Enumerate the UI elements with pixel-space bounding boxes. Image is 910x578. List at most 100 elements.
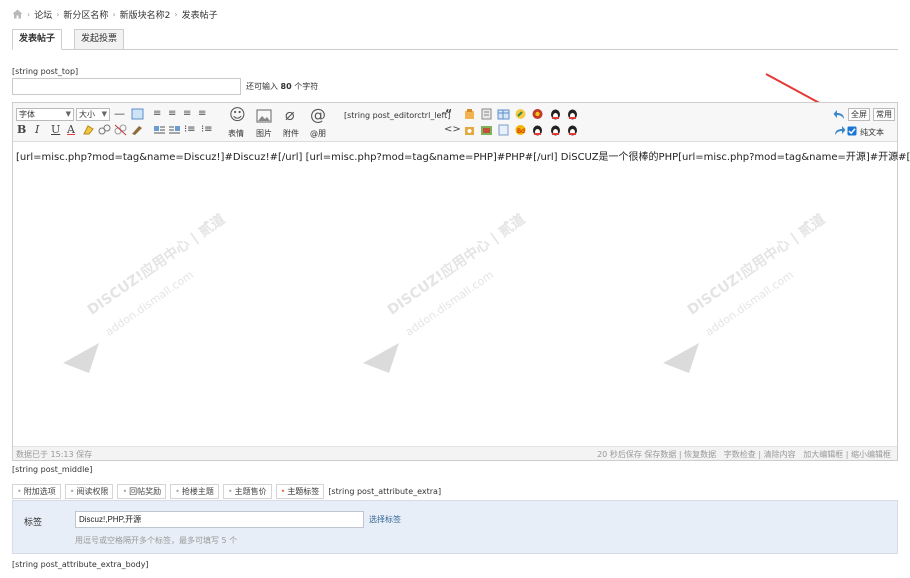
italic-icon[interactable]: I [35,123,39,136]
breadcrumb-section[interactable]: 新分区名称 [63,8,108,21]
char-check-link[interactable]: 字数检查 [724,450,756,459]
attachment-icon[interactable]: ⌀ [285,106,295,124]
qq-penguin-icon[interactable] [549,108,562,120]
unordered-list-icon[interactable]: ⁝≡ [201,123,213,136]
tab-dot-icon: • [69,487,75,496]
image-label: 图片 [256,129,272,138]
tab-extra-options[interactable]: • 附加选项 [12,484,61,499]
quote-icon[interactable]: “ [445,107,452,120]
tab-floor-rush[interactable]: • 抢楼主题 [170,484,219,499]
flash-icon[interactable] [480,124,493,136]
breadcrumb-separator: › [174,9,178,19]
shrink-editor-link[interactable]: 缩小编辑框 [851,450,891,459]
attachment-label: 附件 [283,129,299,138]
watermark: DISCUZ!应用中心 | 贰道 addon.dismall.com [363,211,563,423]
font-family-select[interactable]: 字体 ▼ [16,108,74,121]
tab-label: 阅读权限 [76,487,109,496]
tab-label: 抢楼主题 [181,487,214,496]
fullscreen-button[interactable]: 全屏 [848,108,870,121]
common-button[interactable]: 常用 [873,108,895,121]
tab-read-permission[interactable]: • 阅读权限 [64,484,114,499]
code-icon[interactable]: <> [444,123,461,136]
redo-icon[interactable] [833,125,846,137]
breadcrumb-forum[interactable]: 论坛 [34,8,52,21]
video-icon[interactable]: Bd [514,124,527,136]
subject-char-count: 还可输入 80 个字符 [246,81,318,92]
count-prefix: 还可输入 [246,82,278,91]
plaintext-checkbox[interactable] [847,126,857,136]
tab-thread-price[interactable]: • 主题售价 [222,484,272,499]
align-right-icon[interactable]: ≡ [183,107,191,120]
ordered-list-icon[interactable]: ⁝≡ [184,123,196,136]
tab-dot-icon: • [280,487,286,496]
post-type-tabs: 发表帖子 发起投票 [12,29,898,50]
float-right-icon[interactable] [168,124,181,136]
select-tags-link[interactable]: 选择标签 [369,514,401,525]
background-color-icon[interactable] [131,108,144,120]
align-left-icon[interactable]: ≡ [153,107,161,120]
tab-new-poll[interactable]: 发起投票 [74,29,125,50]
clear-format-icon[interactable] [130,124,143,136]
size-select-label: 大小 [79,110,95,119]
penguin-icon[interactable] [531,124,544,136]
editor-actions: 20 秒后保存 保存数据 | 恢复数据 字数检查 | 清除内容 加大编辑框 | … [597,450,891,459]
tab-label: 附加选项 [23,487,56,496]
table-icon[interactable] [497,108,510,120]
save-data-link[interactable]: 保存数据 [644,450,676,459]
tab-label: 主题售价 [234,487,267,496]
watermark: DISCUZ!应用中心 | 贰道 addon.dismall.com [63,211,263,423]
align-justify-icon[interactable]: ≡ [198,107,206,120]
tab-thread-tags[interactable]: • 主题标签 [275,484,325,499]
font-color-icon[interactable]: A [67,123,75,136]
tag-input[interactable] [75,511,364,528]
attribute-extra-body-hook: [string post_attribute_extra_body] [12,560,149,569]
password-icon[interactable] [480,108,493,120]
editor-content[interactable]: [url=misc.php?mod=tag&name=Discuz!]#Disc… [16,148,910,163]
align-center-icon[interactable]: ≡ [168,107,176,120]
count-value: 80 [280,82,292,91]
smiley-icon[interactable]: ☺ [229,106,246,124]
highlight-icon[interactable] [82,124,95,136]
font-size-select[interactable]: 大小 ▼ [76,108,110,121]
breadcrumb-separator: › [112,9,116,19]
tab-dot-icon: • [175,487,180,496]
editorctrl-left-hook: [string post_editorctrl_left] [344,111,451,120]
bold-icon[interactable]: B [17,123,26,136]
penguin-2-icon[interactable] [549,124,562,136]
post-middle-hook: [string post_middle] [12,465,93,474]
breadcrumb-separator: › [56,9,60,19]
breadcrumb-board[interactable]: 新版块名称2 [120,8,171,21]
clear-content-link[interactable]: 清除内容 [764,450,796,459]
autosave-countdown: 20 秒后保存 [597,450,642,459]
image-icon[interactable] [256,109,272,123]
tab-dot-icon: • [227,487,233,496]
tab-new-post[interactable]: 发表帖子 [12,29,63,50]
free-icon[interactable] [463,108,476,120]
post-editor: 字体 ▼ 大小 ▼ — ≡ ≡ ≡ ≡ B I U A ⁝≡ ⁝≡ ☺ 表情 图片 … [12,102,910,461]
tag-panel: 标签 选择标签 用逗号或空格隔开多个标签，最多可填写 5 个 [12,500,898,554]
breadcrumb: › 论坛 › 新分区名称 › 新版块名称2 › 发表帖子 [12,7,218,21]
penguin-3-icon[interactable] [566,108,579,120]
font-select-label: 字体 [19,110,35,119]
tab-label: 回帖奖励 [129,487,162,496]
at-label: @朋 [310,129,326,138]
enlarge-editor-link[interactable]: 加大编辑框 [803,450,843,459]
horizontal-rule-icon[interactable]: — [114,107,125,120]
underline-icon[interactable]: U [51,123,60,136]
penguin-4-icon[interactable] [566,124,579,136]
page-break-icon[interactable] [497,124,510,136]
link-icon[interactable] [98,124,111,136]
subject-input[interactable] [12,78,241,95]
float-left-icon[interactable] [153,124,166,136]
hide-icon[interactable] [463,124,476,136]
restore-data-link[interactable]: 恢复数据 [684,450,716,459]
watermark: DISCUZ!应用中心 | 贰道 addon.dismall.com [663,211,863,423]
home-icon[interactable] [12,9,23,19]
unlink-icon[interactable] [114,124,127,136]
qq-icon[interactable] [531,108,544,120]
post-top-hook: [string post_top] [12,67,79,76]
audio-icon[interactable] [514,108,527,120]
undo-icon[interactable] [833,109,846,121]
tab-reply-reward[interactable]: • 回帖奖励 [117,484,167,499]
at-icon[interactable]: @ [310,106,326,124]
